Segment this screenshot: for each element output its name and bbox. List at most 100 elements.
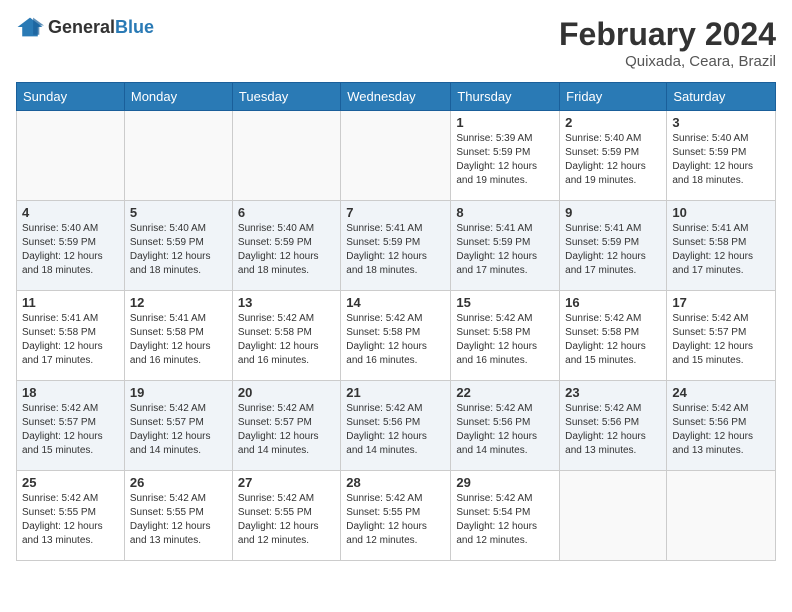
day-info: Sunrise: 5:39 AM Sunset: 5:59 PM Dayligh…: [456, 132, 554, 188]
weekday-header-monday: Monday: [124, 83, 232, 111]
calendar-cell: 23 Sunrise: 5:42 AM Sunset: 5:56 PM Dayli…: [560, 381, 667, 471]
calendar-cell: 22 Sunrise: 5:42 AM Sunset: 5:56 PM Dayli…: [451, 381, 560, 471]
day-info: Sunrise: 5:42 AM Sunset: 5:58 PM Dayligh…: [346, 312, 445, 368]
weekday-header-saturday: Saturday: [667, 83, 776, 111]
logo: GeneralBlue: [16, 16, 154, 38]
weekday-header-friday: Friday: [560, 83, 667, 111]
calendar-cell: 25Sunrise: 5:42 AM Sunset: 5:55 PM Dayli…: [17, 471, 125, 561]
day-info: Sunrise: 5:41 AM Sunset: 5:58 PM Dayligh…: [130, 312, 227, 368]
logo-text: GeneralBlue: [48, 17, 154, 38]
day-number: 3: [672, 115, 770, 130]
day-info: Sunrise: 5:40 AM Sunset: 5:59 PM Dayligh…: [672, 132, 770, 188]
day-info: Sunrise: 5:42 AM Sunset: 5:56 PM Dayligh…: [565, 402, 661, 458]
day-info: Sunrise: 5:42 AM Sunset: 5:58 PM Dayligh…: [238, 312, 335, 368]
calendar-cell: 14 Sunrise: 5:42 AM Sunset: 5:58 PM Dayli…: [341, 291, 451, 381]
calendar-cell: 7Sunrise: 5:41 AM Sunset: 5:59 PM Daylig…: [341, 201, 451, 291]
day-number: 24: [672, 385, 770, 400]
calendar-cell: 10 Sunrise: 5:41 AM Sunset: 5:58 PM Dayli…: [667, 201, 776, 291]
calendar-cell: 3 Sunrise: 5:40 AM Sunset: 5:59 PM Daylig…: [667, 111, 776, 201]
calendar-cell: 9 Sunrise: 5:41 AM Sunset: 5:59 PM Daylig…: [560, 201, 667, 291]
day-number: 2: [565, 115, 661, 130]
day-number: 13: [238, 295, 335, 310]
calendar-cell: [341, 111, 451, 201]
weekday-header-wednesday: Wednesday: [341, 83, 451, 111]
day-number: 18: [22, 385, 119, 400]
day-info: Sunrise: 5:40 AM Sunset: 5:59 PM Dayligh…: [22, 222, 119, 278]
day-number: 15: [456, 295, 554, 310]
day-number: 25: [22, 475, 119, 490]
day-number: 22: [456, 385, 554, 400]
day-number: 17: [672, 295, 770, 310]
weekday-header-row: SundayMondayTuesdayWednesdayThursdayFrid…: [17, 83, 776, 111]
day-number: 27: [238, 475, 335, 490]
day-number: 11: [22, 295, 119, 310]
day-info: Sunrise: 5:42 AM Sunset: 5:57 PM Dayligh…: [22, 402, 119, 458]
calendar-cell: 18 Sunrise: 5:42 AM Sunset: 5:57 PM Dayli…: [17, 381, 125, 471]
day-number: 29: [456, 475, 554, 490]
calendar-cell: 17 Sunrise: 5:42 AM Sunset: 5:57 PM Dayli…: [667, 291, 776, 381]
day-number: 9: [565, 205, 661, 220]
day-info: Sunrise: 5:42 AM Sunset: 5:58 PM Dayligh…: [565, 312, 661, 368]
day-number: 20: [238, 385, 335, 400]
calendar-week-5: 25 Sunrise: 5:42 AM Sunset: 5:55 PM Dayli…: [17, 471, 776, 561]
calendar-cell: 16 Sunrise: 5:42 AM Sunset: 5:58 PM Dayli…: [560, 291, 667, 381]
calendar-cell: 24 Sunrise: 5:42 AM Sunset: 5:56 PM Dayli…: [667, 381, 776, 471]
day-number: 10: [672, 205, 770, 220]
day-info: Sunrise: 5:42 AM Sunset: 5:55 PM Dayligh…: [130, 492, 227, 548]
day-number: 21: [346, 385, 445, 400]
calendar-cell: [124, 111, 232, 201]
day-info: Sunrise: 5:42 AM Sunset: 5:54 PM Dayligh…: [456, 492, 554, 548]
weekday-header-thursday: Thursday: [451, 83, 560, 111]
day-info: Sunrise: 5:40 AM Sunset: 5:59 PM Dayligh…: [565, 132, 661, 188]
calendar-week-2: 4 Sunrise: 5:40 AM Sunset: 5:59 PM Daylig…: [17, 201, 776, 291]
calendar-cell: 26Sunrise: 5:42 AM Sunset: 5:55 PM Dayli…: [124, 471, 232, 561]
day-number: 4: [22, 205, 119, 220]
calendar-cell: 28 Sunrise: 5:42 AM Sunset: 5:55 PM Dayli…: [341, 471, 451, 561]
day-number: 16: [565, 295, 661, 310]
calendar-cell: 11 Sunrise: 5:41 AM Sunset: 5:58 PM Dayli…: [17, 291, 125, 381]
calendar-week-4: 18 Sunrise: 5:42 AM Sunset: 5:57 PM Dayli…: [17, 381, 776, 471]
calendar-cell: 2 Sunrise: 5:40 AM Sunset: 5:59 PM Daylig…: [560, 111, 667, 201]
day-info: Sunrise: 5:42 AM Sunset: 5:56 PM Dayligh…: [346, 402, 445, 458]
day-info: Sunrise: 5:42 AM Sunset: 5:56 PM Dayligh…: [672, 402, 770, 458]
day-info: Sunrise: 5:41 AM Sunset: 5:59 PM Dayligh…: [565, 222, 661, 278]
day-info: Sunrise: 5:41 AM Sunset: 5:58 PM Dayligh…: [672, 222, 770, 278]
calendar-cell: 1Sunrise: 5:39 AM Sunset: 5:59 PM Daylig…: [451, 111, 560, 201]
weekday-header-sunday: Sunday: [17, 83, 125, 111]
calendar-week-1: 1Sunrise: 5:39 AM Sunset: 5:59 PM Daylig…: [17, 111, 776, 201]
location: Quixada, Ceara, Brazil: [559, 53, 776, 70]
day-number: 7: [346, 205, 445, 220]
day-number: 28: [346, 475, 445, 490]
day-number: 5: [130, 205, 227, 220]
day-info: Sunrise: 5:41 AM Sunset: 5:59 PM Dayligh…: [456, 222, 554, 278]
day-info: Sunrise: 5:42 AM Sunset: 5:58 PM Dayligh…: [456, 312, 554, 368]
calendar-cell: 29 Sunrise: 5:42 AM Sunset: 5:54 PM Dayli…: [451, 471, 560, 561]
day-info: Sunrise: 5:42 AM Sunset: 5:55 PM Dayligh…: [346, 492, 445, 548]
day-info: Sunrise: 5:42 AM Sunset: 5:56 PM Dayligh…: [456, 402, 554, 458]
calendar-cell: 19 Sunrise: 5:42 AM Sunset: 5:57 PM Dayli…: [124, 381, 232, 471]
day-number: 19: [130, 385, 227, 400]
day-number: 23: [565, 385, 661, 400]
calendar-cell: [232, 111, 340, 201]
page-header: GeneralBlue February 2024 Quixada, Ceara…: [16, 16, 776, 70]
day-info: Sunrise: 5:42 AM Sunset: 5:55 PM Dayligh…: [238, 492, 335, 548]
month-year: February 2024: [559, 16, 776, 53]
weekday-header-tuesday: Tuesday: [232, 83, 340, 111]
day-info: Sunrise: 5:40 AM Sunset: 5:59 PM Dayligh…: [238, 222, 335, 278]
day-info: Sunrise: 5:42 AM Sunset: 5:57 PM Dayligh…: [672, 312, 770, 368]
calendar-cell: [17, 111, 125, 201]
calendar-cell: 12Sunrise: 5:41 AM Sunset: 5:58 PM Dayli…: [124, 291, 232, 381]
title-block: February 2024 Quixada, Ceara, Brazil: [559, 16, 776, 70]
day-info: Sunrise: 5:41 AM Sunset: 5:58 PM Dayligh…: [22, 312, 119, 368]
day-number: 8: [456, 205, 554, 220]
day-info: Sunrise: 5:40 AM Sunset: 5:59 PM Dayligh…: [130, 222, 227, 278]
calendar-cell: [560, 471, 667, 561]
calendar-cell: 6 Sunrise: 5:40 AM Sunset: 5:59 PM Daylig…: [232, 201, 340, 291]
day-number: 6: [238, 205, 335, 220]
calendar-cell: [667, 471, 776, 561]
calendar-cell: 8 Sunrise: 5:41 AM Sunset: 5:59 PM Daylig…: [451, 201, 560, 291]
calendar-table: SundayMondayTuesdayWednesdayThursdayFrid…: [16, 82, 776, 561]
calendar-cell: 21 Sunrise: 5:42 AM Sunset: 5:56 PM Dayli…: [341, 381, 451, 471]
day-info: Sunrise: 5:42 AM Sunset: 5:57 PM Dayligh…: [130, 402, 227, 458]
day-number: 14: [346, 295, 445, 310]
